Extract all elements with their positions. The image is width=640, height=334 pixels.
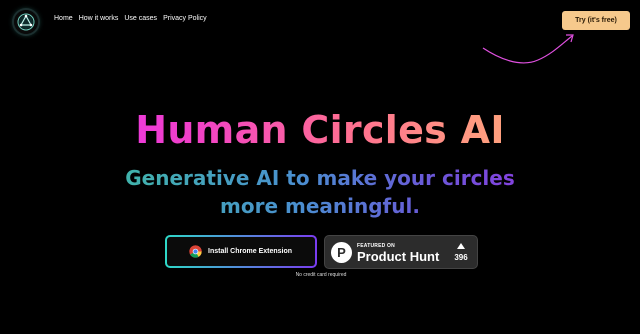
chrome-button-label: Install Chrome Extension [208,248,293,255]
product-hunt-name: Product Hunt [357,249,440,264]
arrow-icon [482,34,574,64]
nav-links: Home How it works Use cases Privacy Poli… [54,15,207,22]
upvote-icon [457,243,465,249]
no-credit-card-note: No credit card required [295,272,347,278]
logo-icon[interactable] [14,10,38,34]
hero-subtitle: Generative AI to make your circles more … [100,164,540,220]
hero-title: Human Circles AI [0,108,640,152]
upvote-count: 396 [454,253,468,262]
nav-link-privacy-policy[interactable]: Privacy Policy [163,15,207,22]
chrome-icon [189,245,202,258]
nav-link-home[interactable]: Home [54,15,73,22]
try-free-button[interactable]: Try (it's free) [562,11,630,30]
install-chrome-extension-button[interactable]: Install Chrome Extension [165,235,317,268]
product-hunt-logo-letter: P [337,245,346,260]
nav-link-use-cases[interactable]: Use cases [124,15,157,22]
nav-link-how-it-works[interactable]: How it works [79,15,119,22]
product-hunt-badge[interactable]: P FEATURED ON Product Hunt 396 [324,235,478,269]
product-hunt-logo-icon: P [331,242,352,263]
